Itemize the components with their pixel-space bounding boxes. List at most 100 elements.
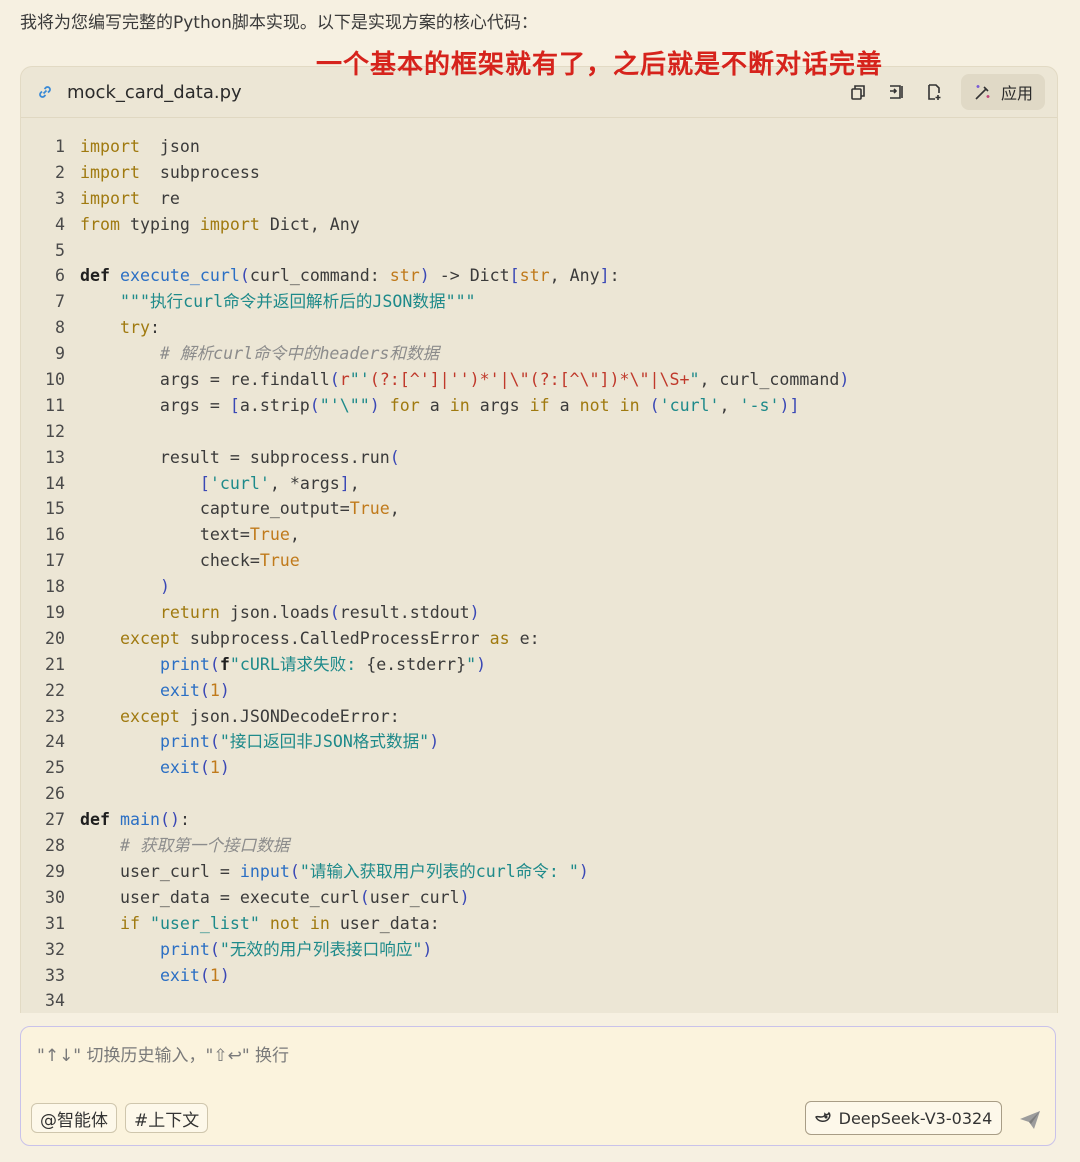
line-number: 30 bbox=[45, 887, 65, 907]
line-number: 24 bbox=[45, 732, 65, 752]
code-text: ['curl', *args], bbox=[199, 473, 360, 493]
line-number: 12 bbox=[45, 421, 65, 441]
code-text: def execute_curl(curl_command: str) -> D… bbox=[80, 266, 620, 286]
intro-text: 我将为您编写完整的Python脚本实现。以下是实现方案的核心代码： bbox=[20, 13, 538, 33]
code-line: 21 print(f"cURL请求失败: {e.stderr}") bbox=[21, 652, 1057, 678]
code-text: user_data = execute_curl(user_curl) bbox=[80, 887, 470, 907]
code-text: from typing import Dict, Any bbox=[80, 214, 360, 234]
code-line: 5 bbox=[21, 238, 1057, 264]
code-text: user_curl = input("请输入获取用户列表的curl命令: ") bbox=[80, 861, 589, 881]
line-number: 4 bbox=[55, 214, 65, 234]
line-number: 6 bbox=[55, 266, 65, 286]
line-number: 20 bbox=[45, 628, 65, 648]
line-number: 34 bbox=[45, 991, 65, 1011]
line-number: 33 bbox=[45, 965, 65, 985]
code-line: 28 # 获取第一个接口数据 bbox=[21, 833, 1057, 859]
chat-input-box: @智能体 #上下文 DeepSeek-V3-0324 bbox=[20, 1026, 1056, 1146]
code-line: 25 exit(1) bbox=[21, 755, 1057, 781]
apply-label: 应用 bbox=[1000, 84, 1033, 103]
code-line: 26 bbox=[21, 781, 1057, 807]
code-text: exit(1) bbox=[159, 758, 230, 778]
code-line: 20 except subprocess.CalledProcessError … bbox=[21, 626, 1057, 652]
code-text: import subprocess bbox=[80, 162, 260, 182]
send-button[interactable] bbox=[1015, 1105, 1045, 1135]
agent-chip-button[interactable]: @智能体 bbox=[31, 1103, 117, 1133]
code-line: 32 print("无效的用户列表接口响应") bbox=[21, 937, 1057, 963]
code-line: 23 except json.JSONDecodeError: bbox=[21, 704, 1057, 730]
line-number: 5 bbox=[55, 240, 65, 260]
line-number: 13 bbox=[45, 447, 65, 467]
code-text: exit(1) bbox=[159, 965, 230, 985]
magic-wand-icon bbox=[973, 82, 993, 102]
code-text: try: bbox=[119, 318, 160, 338]
code-text: print("无效的用户列表接口响应") bbox=[159, 939, 433, 959]
line-number: 15 bbox=[45, 499, 65, 519]
code-line: 33 exit(1) bbox=[21, 963, 1057, 989]
line-number: 2 bbox=[55, 162, 65, 182]
code-text: return json.loads(result.stdout) bbox=[159, 603, 480, 623]
insert-icon[interactable] bbox=[881, 77, 911, 107]
line-number: 21 bbox=[45, 654, 65, 674]
code-text: # 获取第一个接口数据 bbox=[119, 836, 290, 856]
line-number: 8 bbox=[55, 318, 65, 338]
code-line: 22 exit(1) bbox=[21, 678, 1057, 704]
code-line: 29 user_curl = input("请输入获取用户列表的curl命令: … bbox=[21, 859, 1057, 885]
code-text: import json bbox=[80, 137, 200, 156]
code-line: 2 import subprocess bbox=[21, 160, 1057, 186]
context-chip-button[interactable]: #上下文 bbox=[125, 1103, 209, 1133]
code-text: except json.JSONDecodeError: bbox=[119, 706, 400, 726]
code-line: 24 print("接口返回非JSON格式数据") bbox=[21, 729, 1057, 755]
line-number: 18 bbox=[45, 577, 65, 597]
line-number: 28 bbox=[45, 836, 65, 856]
line-number: 14 bbox=[45, 473, 65, 493]
agent-chip-label: @智能体 bbox=[40, 1110, 108, 1131]
code-line: 10 args = re.findall(r"'(?:[^']|'')*'|\"… bbox=[21, 367, 1057, 393]
chat-input[interactable] bbox=[35, 1039, 1039, 1073]
line-number: 19 bbox=[45, 603, 65, 623]
line-number: 1 bbox=[55, 137, 65, 156]
code-text: import re bbox=[80, 188, 180, 208]
code-text: args = re.findall(r"'(?:[^']|'')*'|\"(?:… bbox=[80, 370, 850, 390]
line-number: 17 bbox=[45, 551, 65, 571]
code-line: 16 text=True, bbox=[21, 522, 1057, 548]
code-line: 19 return json.loads(result.stdout) bbox=[21, 600, 1057, 626]
line-number: 11 bbox=[45, 395, 65, 415]
code-line: 11 args = [a.strip("'\"") for a in args … bbox=[21, 393, 1057, 419]
code-text: except subprocess.CalledProcessError as … bbox=[119, 628, 540, 648]
code-text: exit(1) bbox=[159, 680, 230, 700]
code-text: print(f"cURL请求失败: {e.stderr}") bbox=[159, 654, 487, 674]
code-line: 34 bbox=[21, 988, 1057, 1013]
code-card: mock_card_data.py 应用 1 import json 2 imp… bbox=[20, 66, 1058, 1013]
code-line: 14 ['curl', *args], bbox=[21, 471, 1057, 497]
code-line: 7 """执行curl命令并返回解析后的JSON数据""" bbox=[21, 289, 1057, 315]
line-number: 31 bbox=[45, 913, 65, 933]
line-number: 9 bbox=[55, 344, 65, 364]
code-line: 15 capture_output=True, bbox=[21, 496, 1057, 522]
code-line: 1 import json bbox=[21, 134, 1057, 160]
new-file-icon[interactable] bbox=[919, 77, 949, 107]
annotation-overlay: 一个基本的框架就有了，之后就是不断对话完善 bbox=[316, 50, 884, 80]
line-number: 29 bbox=[45, 861, 65, 881]
code-line: 30 user_data = execute_curl(user_curl) bbox=[21, 885, 1057, 911]
line-number: 26 bbox=[45, 784, 65, 804]
code-line: 3 import re bbox=[21, 186, 1057, 212]
code-line: 27 def main(): bbox=[21, 807, 1057, 833]
context-chip-label: #上下文 bbox=[134, 1110, 200, 1131]
apply-button[interactable]: 应用 bbox=[960, 74, 1045, 110]
line-number: 16 bbox=[45, 525, 65, 545]
model-select-button[interactable]: DeepSeek-V3-0324 bbox=[805, 1101, 1002, 1135]
code-line: 12 bbox=[21, 419, 1057, 445]
code-line: 6 def execute_curl(curl_command: str) -> … bbox=[21, 263, 1057, 289]
send-icon bbox=[1018, 1109, 1042, 1131]
code-line: 13 result = subprocess.run( bbox=[21, 445, 1057, 471]
code-text: args = [a.strip("'\"") for a in args if … bbox=[80, 395, 800, 415]
code-body: 1 import json 2 import subprocess 3 import re… bbox=[21, 118, 1057, 1013]
line-number: 25 bbox=[45, 758, 65, 778]
whale-icon bbox=[814, 1111, 831, 1125]
code-text: # 解析curl命令中的headers和数据 bbox=[159, 344, 440, 364]
code-text: def main(): bbox=[80, 810, 190, 830]
link-icon bbox=[35, 82, 55, 102]
code-text: ) bbox=[159, 577, 170, 597]
code-text: if "user_list" not in user_data: bbox=[119, 913, 440, 933]
code-line: 31 if "user_list" not in user_data: bbox=[21, 911, 1057, 937]
